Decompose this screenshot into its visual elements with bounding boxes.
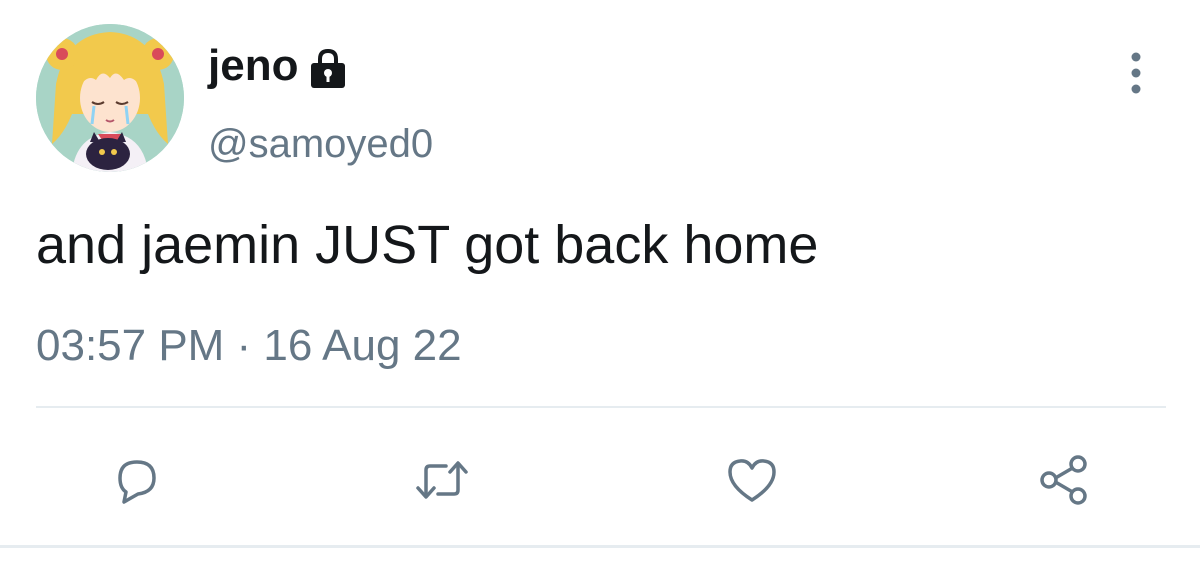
- display-name-row: jeno: [208, 36, 350, 96]
- reply-icon: [118, 460, 156, 504]
- share-button[interactable]: [1034, 450, 1094, 510]
- tweet-text: and jaemin JUST got back home: [36, 215, 819, 275]
- tweet-timestamp[interactable]: 03:57 PM · 16 Aug 22: [36, 318, 462, 374]
- display-name[interactable]: jeno: [208, 36, 298, 96]
- lock-icon: [306, 46, 350, 90]
- share-icon: [1040, 455, 1087, 505]
- bottom-divider: [0, 545, 1200, 548]
- anime-avatar-icon: [36, 24, 184, 172]
- avatar[interactable]: [36, 24, 184, 172]
- retweet-button[interactable]: [412, 450, 472, 510]
- tweet-card: jeno @samoyed0 and jaemin JUST got back …: [0, 0, 1200, 565]
- more-options-button[interactable]: [1118, 48, 1154, 98]
- heart-icon: [728, 459, 776, 502]
- like-button[interactable]: [722, 450, 782, 510]
- divider: [36, 406, 1166, 408]
- reply-button[interactable]: [106, 450, 166, 510]
- user-handle[interactable]: @samoyed0: [208, 118, 433, 170]
- more-vertical-icon: [1131, 52, 1141, 94]
- retweet-icon: [416, 461, 468, 499]
